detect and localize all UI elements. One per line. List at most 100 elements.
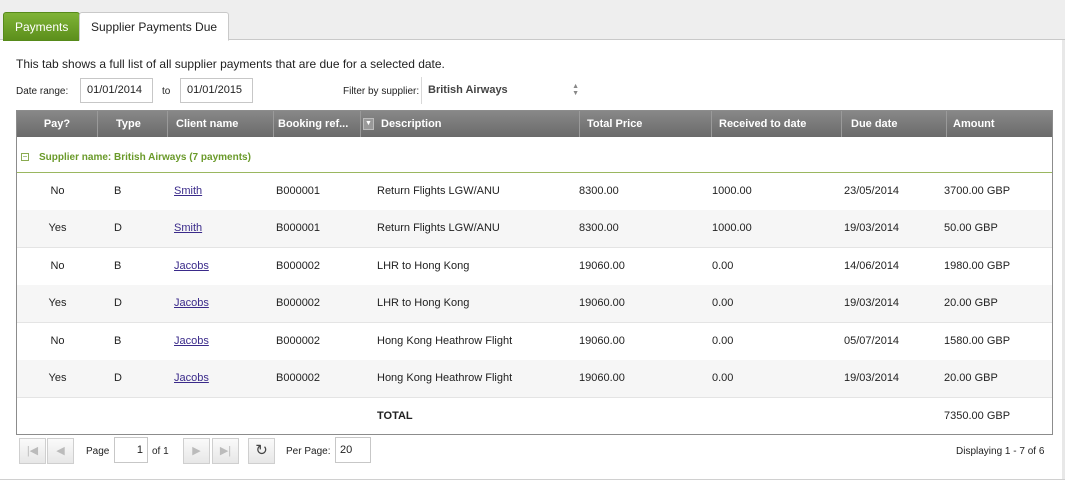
column-header-due-date[interactable]: Due date bbox=[843, 111, 947, 137]
received-cell: 0.00 bbox=[712, 372, 734, 384]
per-page-input[interactable]: 20 bbox=[335, 437, 371, 463]
amount-cell: 20.00 GBP bbox=[944, 372, 998, 384]
date-from-field[interactable]: 01/01/2014 bbox=[80, 78, 153, 103]
client-name-cell: Jacobs bbox=[174, 360, 264, 397]
column-header-description[interactable]: Description bbox=[373, 111, 580, 137]
description-cell: LHR to Hong Kong bbox=[377, 297, 470, 309]
table-row[interactable]: Yes D Jacobs B000002 Hong Kong Heathrow Flig… bbox=[17, 360, 1052, 398]
next-page-icon: ▶ bbox=[192, 445, 201, 457]
column-header-client-name[interactable]: Client name bbox=[168, 111, 274, 137]
due-date-cell: 05/07/2014 bbox=[844, 335, 900, 347]
supplier-select-value: British Airways bbox=[428, 84, 508, 96]
type-cell: D bbox=[114, 372, 122, 384]
payments-grid: Pay? Type Client name Booking ref... ▼ D… bbox=[16, 110, 1053, 435]
table-row[interactable]: Yes D Jacobs B000002 LHR to Hong Kong 19060.0… bbox=[17, 285, 1052, 323]
next-page-button[interactable]: ▶ bbox=[183, 438, 210, 464]
page-number-input[interactable]: 1 bbox=[114, 437, 148, 463]
supplier-select[interactable]: British Airways ▲ ▼ bbox=[421, 77, 583, 104]
description-cell: Return Flights LGW/ANU bbox=[377, 185, 500, 197]
tab-supplier-payments-due[interactable]: Supplier Payments Due bbox=[79, 12, 230, 41]
first-page-button[interactable]: |◀ bbox=[19, 438, 46, 464]
bottom-divider bbox=[0, 479, 1065, 480]
client-name-link[interactable]: Jacobs bbox=[174, 260, 209, 272]
client-name-cell: Jacobs bbox=[174, 248, 264, 285]
refresh-button[interactable]: ↻ bbox=[248, 438, 275, 464]
received-cell: 0.00 bbox=[712, 335, 734, 347]
booking-ref-cell: B000002 bbox=[276, 297, 321, 309]
total-row: TOTAL 7350.00 GBP bbox=[17, 398, 1052, 435]
column-header-booking-ref[interactable]: Booking ref... bbox=[270, 111, 361, 137]
collapse-group-icon[interactable]: − bbox=[21, 153, 29, 161]
column-header-type[interactable]: Type bbox=[108, 111, 168, 137]
last-page-button[interactable]: ▶| bbox=[212, 438, 239, 464]
prev-page-button[interactable]: ◀ bbox=[47, 438, 74, 464]
first-page-icon: |◀ bbox=[26, 445, 39, 457]
due-date-cell: 23/05/2014 bbox=[844, 185, 900, 197]
client-name-link[interactable]: Jacobs bbox=[174, 372, 209, 384]
client-name-link[interactable]: Smith bbox=[174, 185, 202, 197]
booking-ref-cell: B000002 bbox=[276, 335, 321, 347]
amount-cell: 1980.00 GBP bbox=[944, 260, 1011, 272]
prev-page-icon: ◀ bbox=[56, 445, 65, 457]
amount-cell: 20.00 GBP bbox=[944, 297, 998, 309]
total-price-cell: 19060.00 bbox=[579, 297, 625, 309]
group-title: Supplier name: British Airways (7 paymen… bbox=[39, 152, 251, 163]
total-price-cell: 19060.00 bbox=[579, 335, 625, 347]
client-name-cell: Jacobs bbox=[174, 323, 264, 360]
page-count-label: of 1 bbox=[152, 446, 169, 457]
total-price-cell: 8300.00 bbox=[579, 222, 619, 234]
column-header-total-price[interactable]: Total Price bbox=[579, 111, 712, 137]
due-date-cell: 19/03/2014 bbox=[844, 222, 900, 234]
total-label: TOTAL bbox=[377, 410, 413, 422]
client-name-link[interactable]: Jacobs bbox=[174, 335, 209, 347]
booking-ref-cell: B000002 bbox=[276, 372, 321, 384]
refresh-icon: ↻ bbox=[255, 442, 268, 459]
pay-cell: No bbox=[50, 335, 65, 347]
type-cell: D bbox=[114, 222, 122, 234]
type-cell: B bbox=[114, 185, 122, 197]
client-name-link[interactable]: Jacobs bbox=[174, 297, 209, 309]
client-name-cell: Smith bbox=[174, 210, 264, 247]
table-row[interactable]: No B Smith B000001 Return Flights LGW/ANU 830… bbox=[17, 173, 1052, 211]
received-cell: 1000.00 bbox=[712, 185, 752, 197]
description-cell: Hong Kong Heathrow Flight bbox=[377, 372, 513, 384]
column-header-received[interactable]: Received to date bbox=[711, 111, 842, 137]
group-header: − Supplier name: British Airways (7 paym… bbox=[17, 137, 1052, 173]
description-cell: Hong Kong Heathrow Flight bbox=[377, 335, 513, 347]
type-cell: D bbox=[114, 297, 122, 309]
tab-payments[interactable]: Payments bbox=[3, 12, 81, 41]
total-price-cell: 19060.00 bbox=[579, 260, 625, 272]
page-label: Page bbox=[86, 446, 110, 457]
date-to-field[interactable]: 01/01/2015 bbox=[180, 78, 253, 103]
grid-header: Pay? Type Client name Booking ref... ▼ D… bbox=[17, 111, 1052, 137]
select-arrows-icon: ▲ ▼ bbox=[572, 83, 579, 97]
due-date-cell: 19/03/2014 bbox=[844, 297, 900, 309]
received-cell: 1000.00 bbox=[712, 222, 752, 234]
table-row[interactable]: No B Jacobs B000002 Hong Kong Heathrow Fligh… bbox=[17, 323, 1052, 361]
pay-cell: Yes bbox=[48, 222, 67, 234]
client-name-link[interactable]: Smith bbox=[174, 222, 202, 234]
description-cell: Return Flights LGW/ANU bbox=[377, 222, 500, 234]
client-name-cell: Smith bbox=[174, 173, 264, 210]
column-header-amount[interactable]: Amount bbox=[945, 111, 1052, 137]
booking-ref-cell: B000002 bbox=[276, 260, 321, 272]
pay-cell: Yes bbox=[48, 297, 67, 309]
description-cell: LHR to Hong Kong bbox=[377, 260, 470, 272]
total-amount: 7350.00 GBP bbox=[944, 410, 1011, 422]
booking-ref-cell: B000001 bbox=[276, 185, 321, 197]
per-page-label: Per Page: bbox=[286, 446, 331, 457]
client-name-cell: Jacobs bbox=[174, 285, 264, 322]
amount-cell: 1580.00 GBP bbox=[944, 335, 1011, 347]
due-date-cell: 19/03/2014 bbox=[844, 372, 900, 384]
display-info: Displaying 1 - 7 of 6 bbox=[956, 446, 1045, 457]
type-cell: B bbox=[114, 335, 122, 347]
column-header-pay[interactable]: Pay? bbox=[17, 111, 98, 137]
table-row[interactable]: No B Jacobs B000002 LHR to Hong Kong 19060.00… bbox=[17, 248, 1052, 286]
type-cell: B bbox=[114, 260, 122, 272]
due-date-cell: 14/06/2014 bbox=[844, 260, 900, 272]
table-row[interactable]: Yes D Smith B000001 Return Flights LGW/ANU 83… bbox=[17, 210, 1052, 248]
total-price-cell: 19060.00 bbox=[579, 372, 625, 384]
booking-ref-cell: B000001 bbox=[276, 222, 321, 234]
pay-cell: No bbox=[50, 185, 65, 197]
last-page-icon: ▶| bbox=[219, 445, 232, 457]
